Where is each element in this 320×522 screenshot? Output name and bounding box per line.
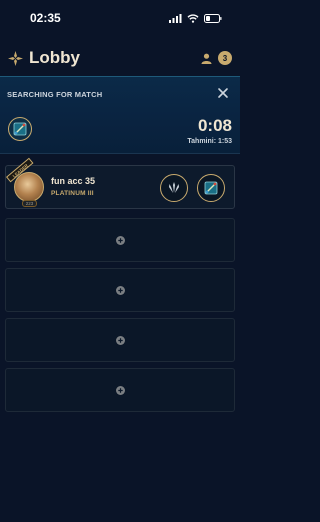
lobby-logo-icon bbox=[8, 50, 23, 66]
add-player-icon[interactable] bbox=[116, 386, 125, 395]
wifi-icon bbox=[187, 13, 199, 23]
status-bar: 02:35 bbox=[0, 0, 240, 36]
position-select-button[interactable] bbox=[160, 174, 188, 202]
player-avatar-group: LEADER 223 bbox=[6, 157, 48, 208]
empty-party-slot[interactable] bbox=[5, 218, 235, 262]
queue-timer: 0:08 bbox=[197, 116, 232, 135]
signal-icon bbox=[169, 13, 182, 23]
page-title: Lobby bbox=[29, 48, 80, 67]
map-select-button[interactable] bbox=[197, 174, 225, 202]
cancel-queue-close-icon[interactable] bbox=[216, 86, 230, 100]
add-player-icon[interactable] bbox=[116, 236, 125, 245]
status-icons bbox=[169, 13, 222, 23]
rift-map-icon bbox=[204, 181, 218, 195]
player-rank: PLATINUM III bbox=[51, 190, 94, 197]
party-slot-leader[interactable]: LEADER 223 fun acc 35 PLATINUM III bbox=[5, 157, 235, 209]
matchmaking-panel: SEARCHING FOR MATCH 0:08 Tahmini: 1:53 bbox=[0, 76, 240, 154]
game-mode-icon bbox=[8, 117, 32, 141]
empty-party-slot[interactable] bbox=[5, 368, 235, 412]
player-name: fun acc 35 bbox=[51, 176, 96, 186]
lobby-header: Lobby 3 bbox=[0, 42, 240, 74]
notification-badge[interactable]: 3 bbox=[218, 51, 232, 65]
add-player-icon[interactable] bbox=[116, 336, 125, 345]
level-tag: 223 bbox=[22, 200, 37, 207]
friends-icon[interactable] bbox=[201, 53, 212, 64]
empty-party-slot[interactable] bbox=[5, 318, 235, 362]
status-time: 02:35 bbox=[30, 11, 61, 25]
queue-estimate: Tahmini: 1:53 bbox=[187, 138, 232, 145]
empty-party-slot[interactable] bbox=[5, 268, 235, 312]
queue-status-label: SEARCHING FOR MATCH bbox=[7, 90, 103, 99]
rift-map-icon bbox=[13, 122, 27, 136]
fill-position-icon bbox=[169, 182, 179, 193]
battery-icon bbox=[204, 13, 222, 23]
add-player-icon[interactable] bbox=[116, 286, 125, 295]
